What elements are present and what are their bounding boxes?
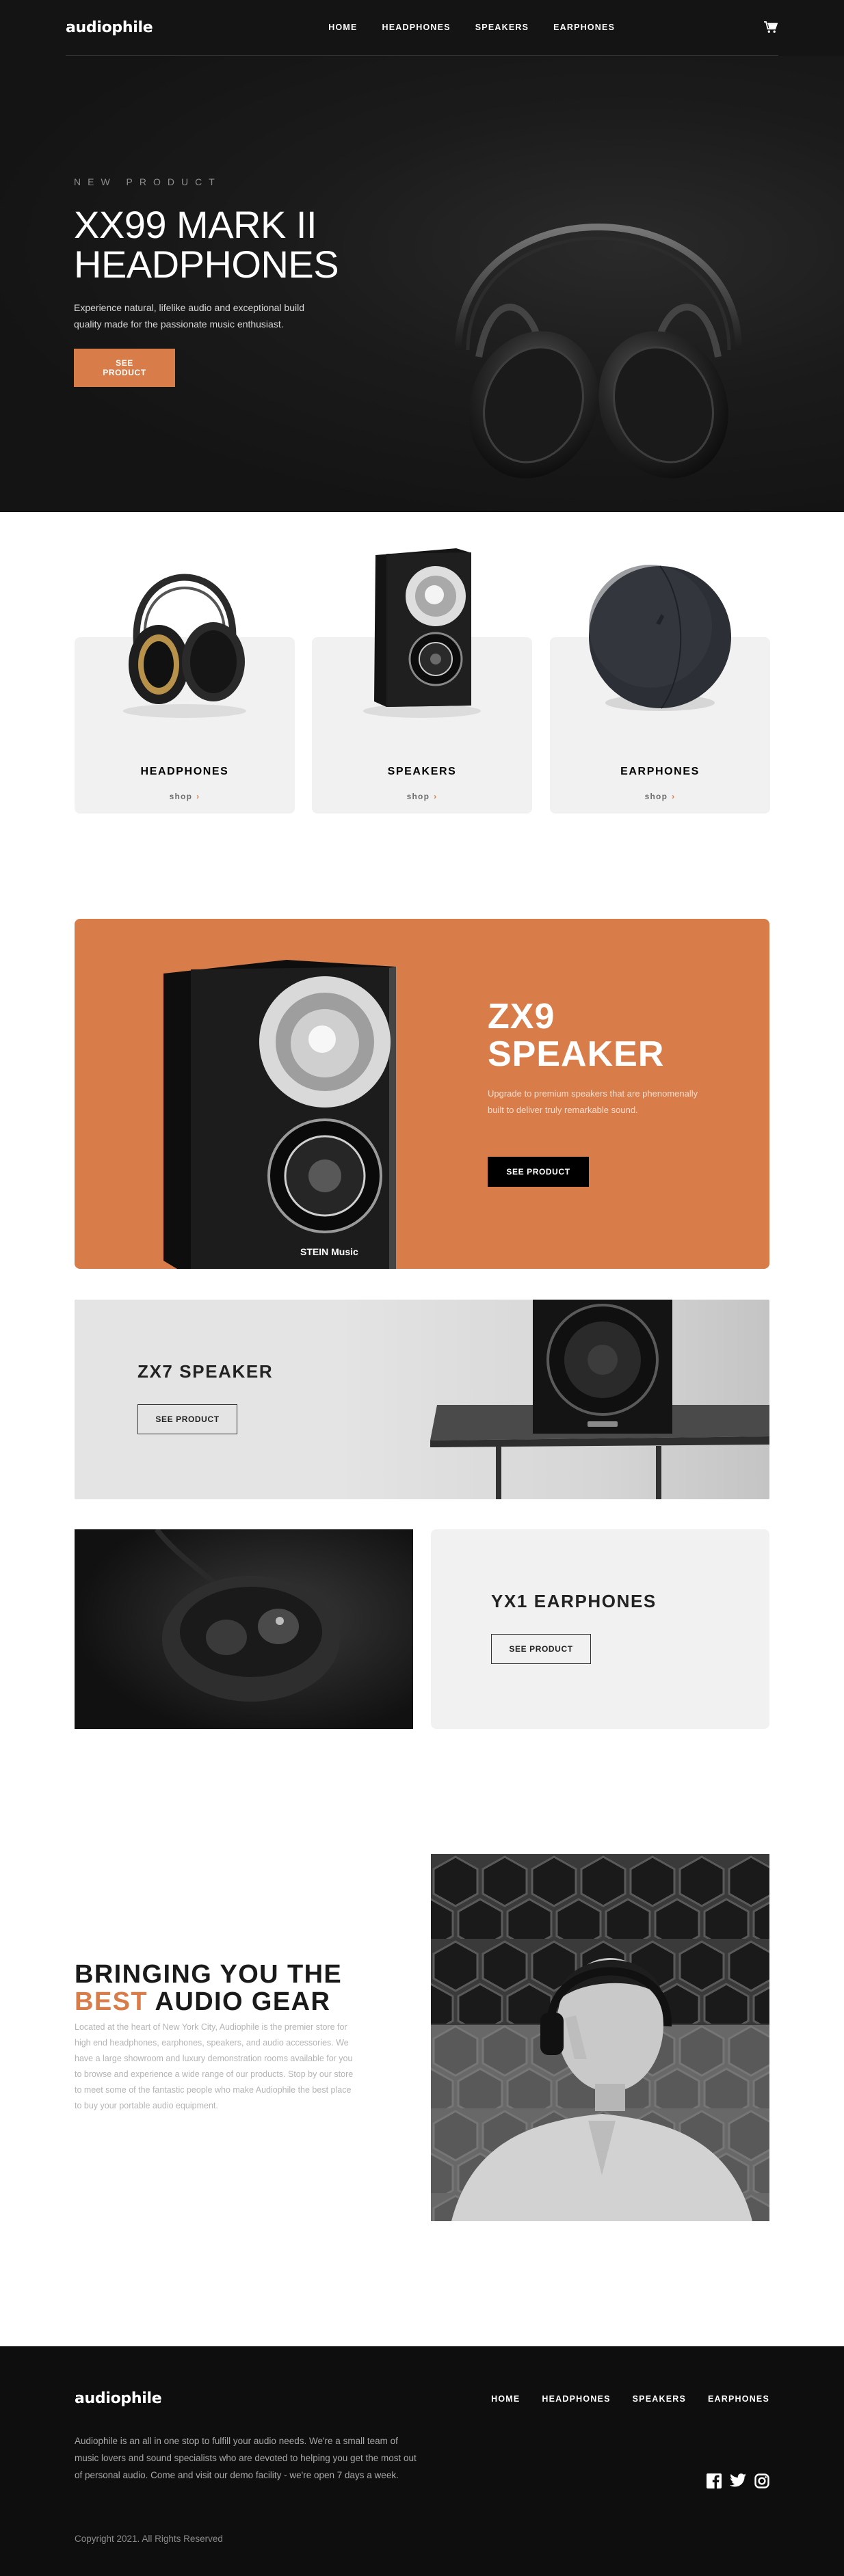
- hero-eyebrow: NEW PRODUCT: [74, 176, 222, 187]
- category-shop-link[interactable]: shop ›: [312, 792, 532, 801]
- zx7-promo-card: ZX7 SPEAKER SEE PRODUCT: [75, 1300, 769, 1499]
- cart-icon[interactable]: [763, 20, 778, 35]
- footer-nav-earphones[interactable]: EARPHONES: [708, 2394, 769, 2404]
- earphones-category-image: [550, 535, 770, 719]
- logo[interactable]: audiophile: [66, 19, 153, 36]
- category-card-speakers[interactable]: SPEAKERS shop ›: [312, 548, 532, 814]
- category-name: HEADPHONES: [140, 766, 229, 777]
- zx9-title-line2: SPEAKER: [488, 1034, 665, 1074]
- headphones-category-image: [75, 535, 295, 719]
- chevron-right-icon: ›: [196, 792, 200, 801]
- category-name: EARPHONES: [620, 766, 700, 777]
- footer-logo[interactable]: audiophile: [75, 2390, 162, 2407]
- site-footer: audiophile HOME HEADPHONES SPEAKERS EARP…: [0, 2346, 844, 2576]
- about-description: Located at the heart of New York City, A…: [75, 2022, 354, 2110]
- facebook-icon[interactable]: [707, 2473, 722, 2492]
- hero-title: XX99 MARK II HEADPHONES: [74, 205, 361, 284]
- zx9-description: Upgrade to premium speakers that are phe…: [488, 1088, 698, 1115]
- nav-speakers[interactable]: SPEAKERS: [475, 23, 529, 32]
- yx1-earphones-image: [75, 1529, 413, 1729]
- category-card-earphones[interactable]: EARPHONES shop ›: [550, 565, 770, 814]
- about-title-line1: BRINGING YOU THE: [75, 1960, 343, 1989]
- instagram-icon[interactable]: [754, 2473, 769, 2492]
- about-title: BRINGING YOU THE BEST AUDIO GEAR: [75, 1961, 362, 2015]
- chevron-right-icon: ›: [672, 792, 676, 801]
- zx9-title: ZX9 SPEAKER: [488, 998, 713, 1073]
- yx1-see-product-button[interactable]: SEE PRODUCT: [491, 1634, 591, 1664]
- shop-label: shop: [644, 792, 668, 801]
- hero-title-line2: HEADPHONES: [74, 243, 339, 286]
- zx9-brand-mark: STEIN Music: [300, 1246, 358, 1257]
- footer-nav-headphones[interactable]: HEADPHONES: [542, 2394, 610, 2404]
- copyright: Copyright 2021. All Rights Reserved: [75, 2534, 223, 2544]
- zx9-see-product-button[interactable]: SEE PRODUCT: [488, 1157, 589, 1187]
- zx9-promo-card: STEIN Music ZX9 SPEAKER Upgrade to premi…: [75, 919, 769, 1269]
- zx9-title-line1: ZX9: [488, 997, 555, 1036]
- social-links: [707, 2473, 769, 2492]
- zx7-speaker-image: [334, 1300, 769, 1499]
- speakers-category-image: [312, 535, 532, 719]
- footer-nav: HOME HEADPHONES SPEAKERS EARPHONES: [491, 2394, 769, 2404]
- site-header: audiophile HOME HEADPHONES SPEAKERS EARP…: [0, 0, 844, 56]
- zx9-speaker-image: STEIN Music: [163, 960, 437, 1269]
- hero-headphones-image: [438, 145, 759, 500]
- category-shop-link[interactable]: shop ›: [550, 792, 770, 801]
- chevron-right-icon: ›: [434, 792, 438, 801]
- category-shop-link[interactable]: shop ›: [75, 792, 295, 801]
- yx1-title: YX1 EARPHONES: [491, 1591, 657, 1611]
- about-section: BRINGING YOU THE BEST AUDIO GEAR Located…: [75, 1961, 362, 2114]
- footer-nav-speakers[interactable]: SPEAKERS: [633, 2394, 686, 2404]
- nav-home[interactable]: HOME: [328, 23, 357, 32]
- main-nav: HOME HEADPHONES SPEAKERS EARPHONES: [328, 23, 615, 32]
- about-title-line2: AUDIO GEAR: [155, 1987, 331, 2016]
- category-card-headphones[interactable]: HEADPHONES shop ›: [75, 574, 295, 814]
- footer-nav-home[interactable]: HOME: [491, 2394, 520, 2404]
- about-person-image: [431, 1854, 769, 2221]
- footer-description: Audiophile is an all in one stop to fulf…: [75, 2436, 417, 2480]
- hero-description: Experience natural, lifelike audio and e…: [74, 302, 304, 330]
- yx1-promo-card: YX1 EARPHONES SEE PRODUCT: [431, 1529, 769, 1729]
- nav-earphones[interactable]: EARPHONES: [553, 23, 615, 32]
- zx7-title: ZX7 SPEAKER: [137, 1361, 274, 1382]
- twitter-icon[interactable]: [730, 2473, 746, 2492]
- shop-label: shop: [169, 792, 193, 801]
- nav-headphones[interactable]: HEADPHONES: [382, 23, 451, 32]
- zx7-see-product-button[interactable]: SEE PRODUCT: [137, 1404, 237, 1434]
- category-name: SPEAKERS: [387, 766, 457, 777]
- hero-section: NEW PRODUCT XX99 MARK II HEADPHONES Expe…: [0, 56, 844, 512]
- hero-see-product-button[interactable]: SEE PRODUCT: [74, 349, 175, 387]
- shop-label: shop: [406, 792, 430, 801]
- about-title-accent: BEST: [75, 1987, 148, 2016]
- hero-title-line1: XX99 MARK II: [74, 203, 317, 246]
